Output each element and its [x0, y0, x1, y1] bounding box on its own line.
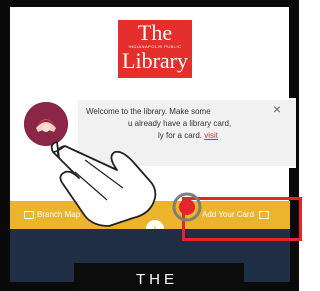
welcome-line-1: Welcome to the library. Make some: [86, 107, 211, 116]
logo-line-library: Library: [122, 48, 188, 73]
close-icon[interactable]: ×: [270, 102, 284, 116]
frame-border-left: [0, 0, 10, 291]
logo-line-the: The: [137, 20, 173, 45]
map-icon: [24, 210, 34, 219]
visit-link[interactable]: visit: [204, 131, 218, 140]
tap-target-icon: [172, 192, 202, 222]
book-title: THE: [136, 271, 178, 288]
book-cover[interactable]: THE: [74, 263, 244, 291]
library-logo[interactable]: The INDIANAPOLIS PUBLIC Library: [118, 20, 192, 78]
tap-hand-icon: [50, 141, 157, 227]
frame-border-top: [0, 0, 299, 7]
